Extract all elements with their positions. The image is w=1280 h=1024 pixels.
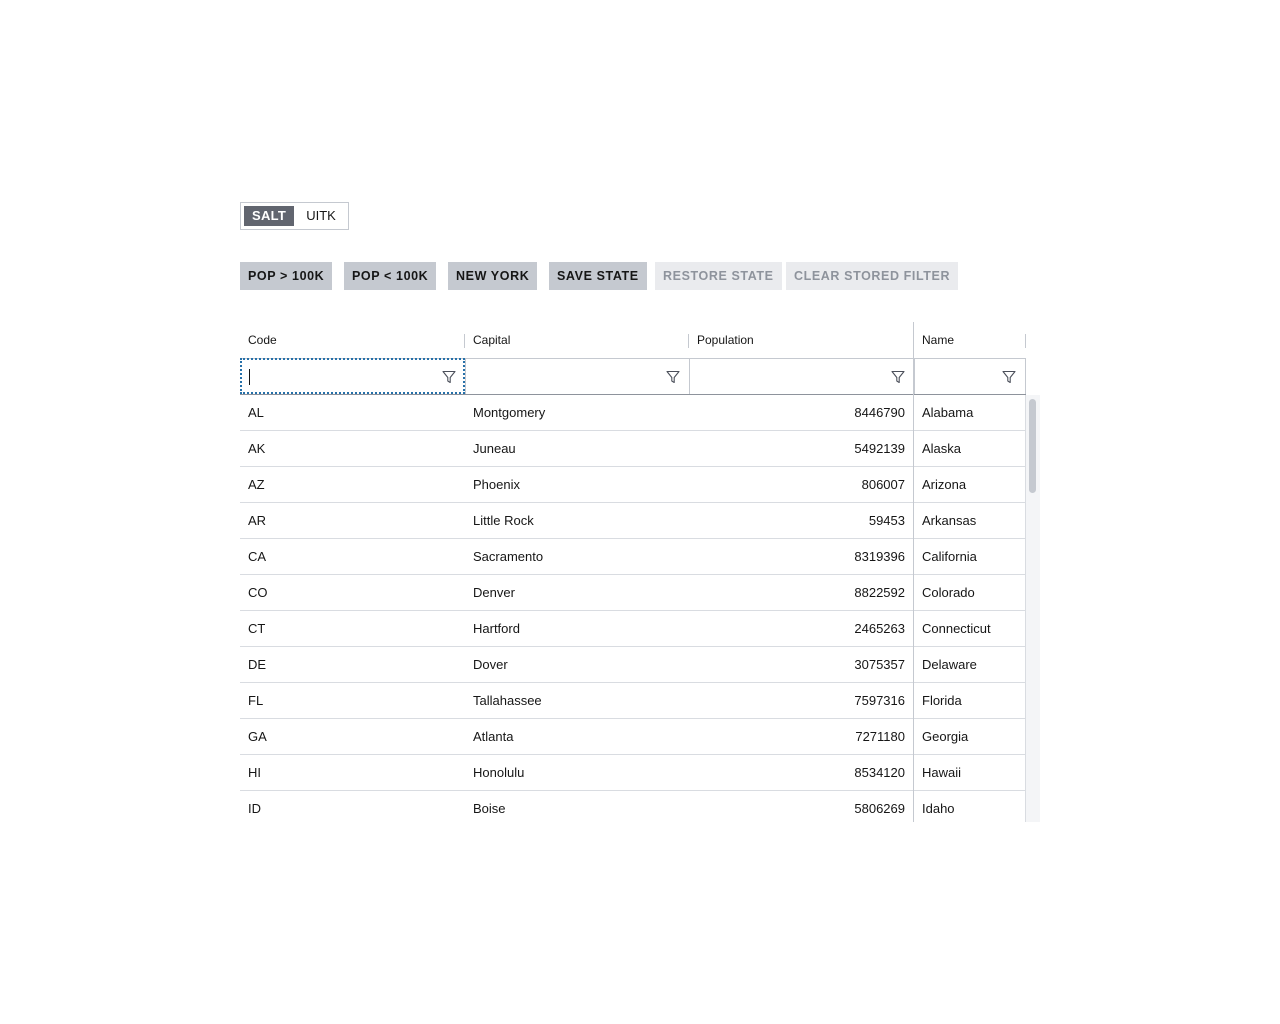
cell-code[interactable]: DE (240, 647, 465, 682)
clear-stored-filter-button[interactable]: CLEAR STORED FILTER (786, 262, 959, 290)
cell-code[interactable]: ID (240, 791, 465, 822)
cell-capital[interactable]: Tallahassee (465, 683, 689, 718)
cell-population[interactable]: 806007 (689, 467, 913, 502)
filter-input-code[interactable] (248, 367, 437, 387)
vertical-scrollbar[interactable] (1026, 395, 1040, 822)
cell-name[interactable]: Arizona (914, 467, 1026, 502)
column-header-capital[interactable]: Capital (465, 322, 689, 358)
filter-icon[interactable] (1002, 370, 1016, 384)
theme-toggle-group: SALT UITK (240, 202, 349, 230)
cell-code[interactable]: HI (240, 755, 465, 790)
filter-icon[interactable] (442, 370, 456, 384)
restore-state-button[interactable]: RESTORE STATE (655, 262, 782, 290)
cell-code[interactable]: AL (240, 395, 465, 430)
cell-population[interactable]: 3075357 (689, 647, 913, 682)
toggle-salt-button[interactable]: SALT (244, 206, 295, 226)
cell-capital[interactable]: Dover (465, 647, 689, 682)
pop-greater-100k-button[interactable]: POP > 100K (240, 262, 333, 290)
filter-cell-capital[interactable] (465, 358, 689, 394)
cell-population[interactable]: 7597316 (689, 683, 913, 718)
cell-capital[interactable]: Sacramento (465, 539, 689, 574)
column-header-code[interactable]: Code (240, 322, 465, 358)
cell-name[interactable]: Arkansas (914, 503, 1026, 538)
cell-capital[interactable]: Phoenix (465, 467, 689, 502)
filter-icon[interactable] (891, 370, 905, 384)
cell-code[interactable]: GA (240, 719, 465, 754)
cell-capital[interactable]: Boise (465, 791, 689, 822)
new-york-button[interactable]: NEW YORK (448, 262, 538, 290)
filter-cell-population[interactable] (689, 358, 914, 394)
toggle-uitk-button[interactable]: UITK (298, 206, 344, 226)
cell-capital[interactable]: Juneau (465, 431, 689, 466)
cell-name[interactable]: Hawaii (914, 755, 1026, 790)
states-data-grid: Code Capital Population Name AL Montgomer… (240, 322, 1040, 822)
column-resize-handle[interactable] (1025, 334, 1026, 348)
cell-capital[interactable]: Montgomery (465, 395, 689, 430)
cell-population[interactable]: 59453 (689, 503, 913, 538)
cell-name[interactable]: Idaho (914, 791, 1026, 822)
cell-code[interactable]: CT (240, 611, 465, 646)
cell-name[interactable]: Georgia (914, 719, 1026, 754)
cell-capital[interactable]: Little Rock (465, 503, 689, 538)
cell-capital[interactable]: Honolulu (465, 755, 689, 790)
cell-name[interactable]: Connecticut (914, 611, 1026, 646)
cell-population[interactable]: 8446790 (689, 395, 913, 430)
cell-population[interactable]: 5806269 (689, 791, 913, 822)
cell-population[interactable]: 8319396 (689, 539, 913, 574)
cell-capital[interactable]: Denver (465, 575, 689, 610)
cell-population[interactable]: 7271180 (689, 719, 913, 754)
cell-capital[interactable]: Atlanta (465, 719, 689, 754)
filter-input-capital[interactable] (474, 367, 661, 387)
cell-name[interactable]: Colorado (914, 575, 1026, 610)
cell-code[interactable]: AR (240, 503, 465, 538)
column-header-row: Code Capital Population Name (240, 322, 1026, 358)
filter-cell-name[interactable] (914, 358, 1026, 394)
frozen-column-divider (913, 322, 914, 822)
table-row[interactable]: CO Denver 8822592 Colorado (240, 575, 1026, 611)
grid-body: AL Montgomery 8446790 Alabama AK Juneau 549213… (240, 395, 1026, 822)
filter-row (240, 358, 1026, 395)
cell-code[interactable]: CO (240, 575, 465, 610)
scrollbar-thumb[interactable] (1029, 399, 1036, 493)
table-row[interactable]: AK Juneau 5492139 Alaska (240, 431, 1026, 467)
cell-name[interactable]: California (914, 539, 1026, 574)
pop-less-100k-button[interactable]: POP < 100K (344, 262, 437, 290)
table-row[interactable]: CA Sacramento 8319396 California (240, 539, 1026, 575)
table-row[interactable]: DE Dover 3075357 Delaware (240, 647, 1026, 683)
filter-cell-code[interactable] (240, 358, 465, 394)
cell-name[interactable]: Delaware (914, 647, 1026, 682)
text-caret (249, 369, 250, 385)
table-row[interactable]: GA Atlanta 7271180 Georgia (240, 719, 1026, 755)
filter-input-name[interactable] (923, 367, 997, 387)
table-row[interactable]: AR Little Rock 59453 Arkansas (240, 503, 1026, 539)
column-header-population[interactable]: Population (689, 322, 913, 358)
cell-population[interactable]: 2465263 (689, 611, 913, 646)
cell-population[interactable]: 8534120 (689, 755, 913, 790)
cell-population[interactable]: 5492139 (689, 431, 913, 466)
cell-code[interactable]: FL (240, 683, 465, 718)
table-row[interactable]: ID Boise 5806269 Idaho (240, 791, 1026, 822)
cell-code[interactable]: CA (240, 539, 465, 574)
cell-capital[interactable]: Hartford (465, 611, 689, 646)
table-row[interactable]: FL Tallahassee 7597316 Florida (240, 683, 1026, 719)
filter-input-population[interactable] (698, 367, 886, 387)
column-header-name[interactable]: Name (914, 322, 1026, 358)
cell-code[interactable]: AZ (240, 467, 465, 502)
cell-code[interactable]: AK (240, 431, 465, 466)
table-row[interactable]: AZ Phoenix 806007 Arizona (240, 467, 1026, 503)
save-state-button[interactable]: SAVE STATE (549, 262, 647, 290)
cell-name[interactable]: Alaska (914, 431, 1026, 466)
table-row[interactable]: CT Hartford 2465263 Connecticut (240, 611, 1026, 647)
cell-name[interactable]: Florida (914, 683, 1026, 718)
cell-population[interactable]: 8822592 (689, 575, 913, 610)
table-row[interactable]: HI Honolulu 8534120 Hawaii (240, 755, 1026, 791)
table-row[interactable]: AL Montgomery 8446790 Alabama (240, 395, 1026, 431)
cell-name[interactable]: Alabama (914, 395, 1026, 430)
filter-icon[interactable] (666, 370, 680, 384)
